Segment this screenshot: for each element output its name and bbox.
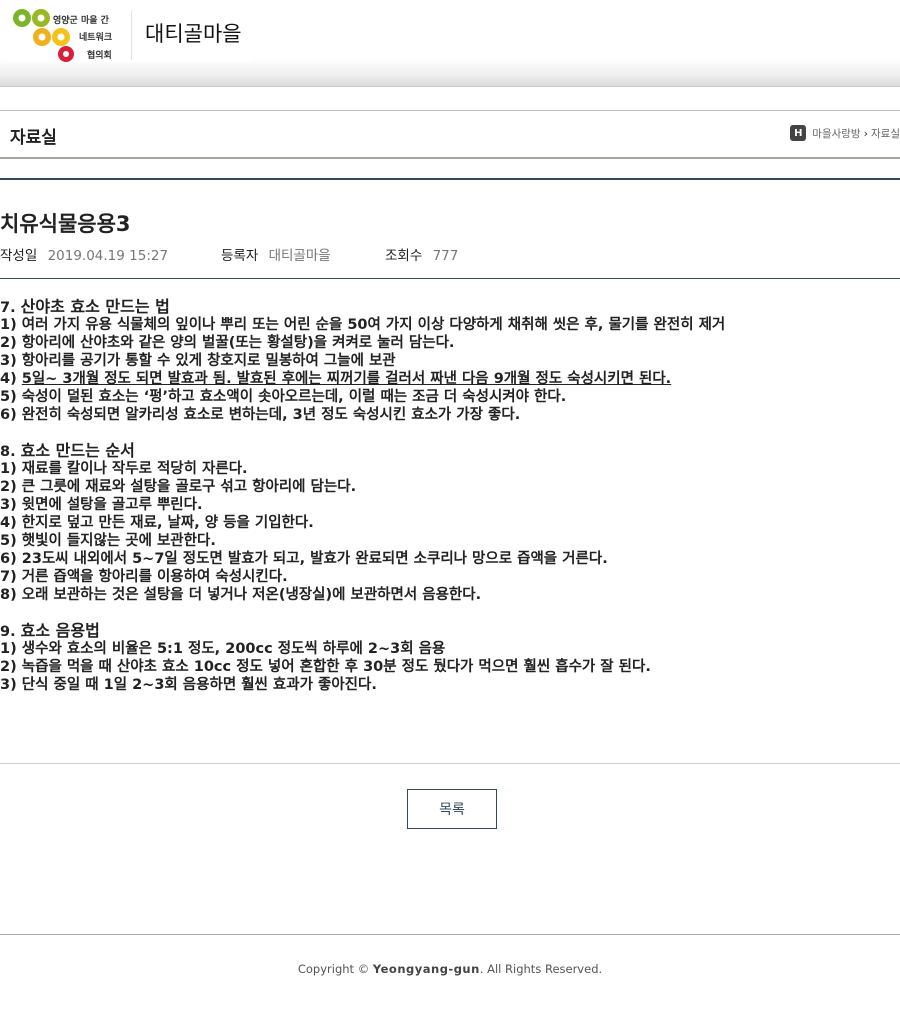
heading-text: 효소 음용법 — [20, 621, 100, 640]
breadcrumb-item-jaryosil[interactable]: 자료실 — [871, 126, 900, 141]
copyright: Copyright © Yeongyang-gun. All Rights Re… — [0, 962, 900, 976]
footer-divider — [0, 934, 900, 935]
content-line-underlined: 4) 5일~ 3개월 정도 되면 발효과 됨. 발효된 후에는 찌꺼기를 걸러서… — [0, 370, 900, 388]
copyright-brand: Yeongyang-gun — [372, 962, 480, 976]
logo-text-line3: 협의회 — [87, 51, 112, 61]
content-line: 7) 거른 즙액을 항아리를 이용하여 숙성시킨다. — [0, 569, 288, 585]
content-line: 3) 항아리를 공기가 통할 수 있게 창호지로 밀봉하여 그늘에 보관 — [0, 353, 396, 369]
content-line: 3) 단식 중일 때 1일 2~3회 음용하면 훨씬 효과가 좋아진다. — [0, 677, 377, 693]
content-line: 6) 완전히 숙성되면 알카리성 효소로 변하는데, 3년 정도 숙성시킨 효소… — [0, 407, 521, 423]
logo-text-line1: 영양군 마을 간 — [53, 16, 109, 26]
views-label: 조회수 — [385, 248, 423, 264]
content-line: 2) 큰 그릇에 재료와 설탕을 골로구 섞고 항아리에 담는다. — [0, 479, 357, 495]
post-content: 7. 산야초 효소 만드는 법 1) 여러 가지 유용 식물체의 잎이나 뿌리 … — [0, 298, 900, 694]
date-label: 작성일 — [0, 248, 38, 264]
content-line: 3) 윗면에 설탕을 골고루 뿌린다. — [0, 497, 203, 513]
heading-number: 8. — [0, 444, 16, 460]
section-heading: 9. 효소 음용법 — [0, 621, 900, 641]
content-divider — [0, 763, 900, 764]
content-line: 8) 오래 보관하는 것은 설탕을 더 넣거나 저온(냉장실)에 보관하면서 음… — [0, 587, 482, 603]
content-line: 1) 여러 가지 유용 식물체의 잎이나 뿌리 또는 어린 순을 50여 가지 … — [0, 317, 726, 333]
copyright-suffix: . All Rights Reserved. — [479, 962, 603, 976]
header-divider — [0, 178, 900, 180]
views-value: 777 — [432, 248, 459, 264]
content-line: 1) 생수와 효소의 비율은 5:1 정도, 200cc 정도씩 하루에 2~3… — [0, 641, 446, 657]
section-titlebar: 자료실 H 마을사랑방 › 자료실 — [0, 110, 900, 159]
line-prefix: 4) — [0, 371, 22, 387]
content-line: 1) 재료를 칼이나 작두로 적당히 자른다. — [0, 461, 248, 477]
section-heading: 7. 산야초 효소 만드는 법 — [0, 297, 900, 317]
content-line: 5) 숙성이 덜된 효소는 ‘펑’하고 효소액이 솟아오르는데, 이럴 때는 조… — [0, 389, 567, 405]
heading-text: 효소 만드는 순서 — [20, 441, 135, 460]
underlined-text: 5일~ 3개월 정도 되면 발효과 됨. 발효된 후에는 찌꺼기를 걸러서 짜낸… — [21, 371, 672, 387]
home-icon[interactable]: H — [790, 125, 807, 141]
post-title: 치유식물응용3 — [0, 212, 131, 236]
heading-text: 산야초 효소 만드는 법 — [20, 297, 170, 316]
breadcrumb: H 마을사랑방 › 자료실 — [790, 125, 900, 141]
breadcrumb-item-maeul[interactable]: 마을사랑방 — [812, 126, 860, 141]
site-header: 영양군 마을 간 네트워크 협의회 대티골마을 — [0, 0, 900, 87]
logo-text-line2: 네트워크 — [79, 33, 113, 43]
date-value: 2019.04.19 15:27 — [47, 248, 169, 264]
section-heading: 8. 효소 만드는 순서 — [0, 441, 900, 461]
list-button[interactable]: 목록 — [407, 789, 497, 829]
heading-number: 7. — [0, 300, 16, 316]
section-title: 자료실 — [10, 128, 57, 148]
content-line: 6) 23도씨 내외에서 5~7일 정도면 발효가 되고, 발효가 완료되면 소… — [0, 551, 608, 567]
heading-number: 9. — [0, 624, 16, 640]
logo-divider — [131, 10, 132, 60]
village-name[interactable]: 대티골마을 — [145, 18, 242, 48]
copyright-prefix: Copyright © — [297, 962, 370, 976]
author-label: 등록자 — [221, 248, 259, 264]
post-header-divider — [0, 278, 900, 279]
author-value: 대티골마을 — [268, 248, 331, 264]
logo[interactable]: 영양군 마을 간 네트워크 협의회 대티골마을 — [8, 6, 250, 62]
content-line: 4) 한지로 덮고 만든 재료, 날짜, 양 등을 기입한다. — [0, 515, 314, 531]
content-line: 2) 항아리에 산야초와 같은 양의 벌꿀(또는 황설탕)을 켜켜로 눌러 담는… — [0, 335, 455, 351]
content-line: 2) 녹즙을 먹을 때 산야초 효소 10cc 정도 넣어 혼합한 후 30분 … — [0, 659, 651, 675]
chevron-right-icon: › — [863, 126, 869, 140]
content-line: 5) 햇빛이 들지않는 곳에 보관한다. — [0, 533, 216, 549]
